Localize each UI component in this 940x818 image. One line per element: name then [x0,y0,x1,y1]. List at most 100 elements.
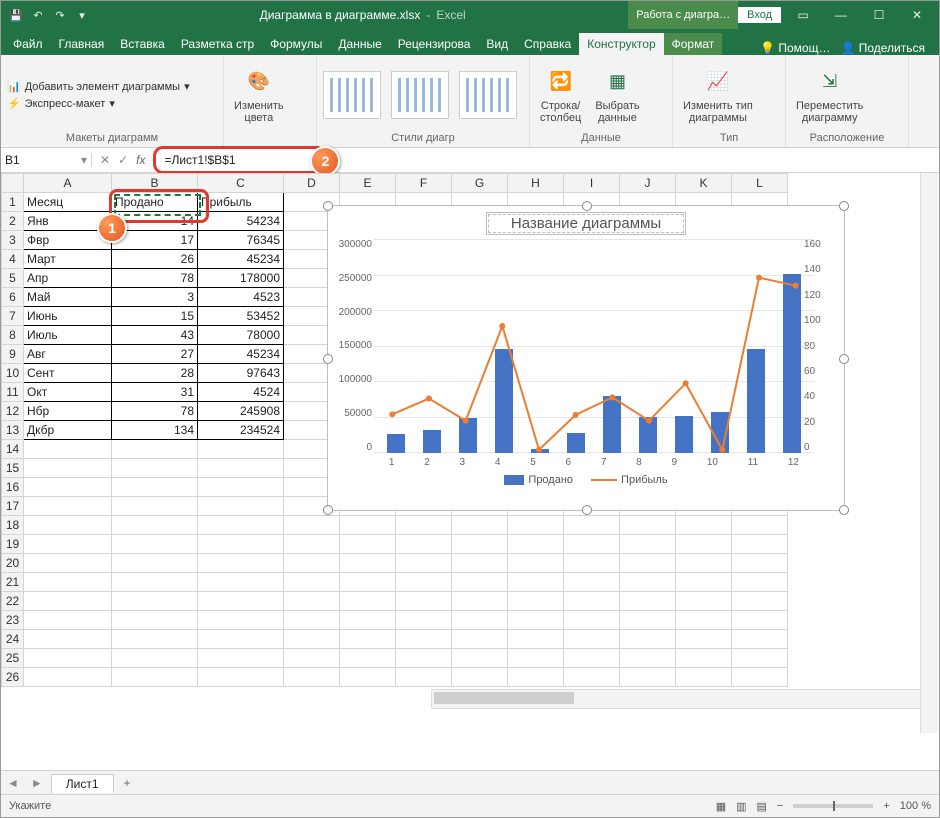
cell[interactable] [24,573,112,592]
cell[interactable] [396,516,452,535]
cell[interactable] [508,535,564,554]
cell[interactable] [564,668,620,687]
cell[interactable] [396,573,452,592]
cell[interactable] [564,611,620,630]
row-header[interactable]: 23 [2,611,24,630]
tab-home[interactable]: Главная [51,33,113,55]
cell[interactable] [24,592,112,611]
sheet-tab[interactable]: Лист1 [51,774,114,793]
cell[interactable] [284,630,340,649]
minimize-icon[interactable]: — [825,1,857,29]
cell[interactable] [340,573,396,592]
cell[interactable] [112,478,198,497]
cell[interactable] [112,592,198,611]
cell[interactable] [452,516,508,535]
row-header[interactable]: 2 [2,212,24,231]
cell[interactable] [396,554,452,573]
name-box[interactable]: B1▾ [1,153,92,167]
cell[interactable] [24,440,112,459]
close-icon[interactable]: ✕ [901,1,933,29]
view-normal-icon[interactable]: ▦ [716,800,726,813]
change-colors-button[interactable]: 🎨Изменить цвета [230,64,288,126]
cell[interactable] [24,611,112,630]
cell[interactable]: 53452 [198,307,284,326]
cell[interactable] [396,535,452,554]
cell[interactable]: Апр [24,269,112,288]
cell[interactable]: Июнь [24,307,112,326]
cell[interactable] [564,516,620,535]
col-header[interactable]: K [676,174,732,193]
cell[interactable] [396,630,452,649]
cell[interactable]: Месяц [24,193,112,212]
cell[interactable]: Сент [24,364,112,383]
cell[interactable] [732,573,788,592]
cell[interactable] [452,554,508,573]
cell[interactable] [452,630,508,649]
cell[interactable] [284,516,340,535]
cell[interactable] [284,535,340,554]
tab-insert[interactable]: Вставка [112,33,173,55]
fx-icon[interactable]: fx [136,153,145,167]
cell[interactable] [112,535,198,554]
cancel-icon[interactable]: ✕ [100,153,110,167]
cell[interactable] [198,516,284,535]
zoom-in-icon[interactable]: + [883,800,889,812]
cell[interactable] [396,668,452,687]
switch-row-col-button[interactable]: 🔁Строка/ столбец [536,64,585,126]
undo-icon[interactable]: ↶ [31,8,45,22]
cell[interactable] [112,668,198,687]
cell[interactable] [284,554,340,573]
cell[interactable] [732,554,788,573]
cell[interactable] [396,649,452,668]
ribbon-options-icon[interactable]: ▭ [787,1,819,29]
cell[interactable] [732,592,788,611]
cell[interactable] [24,554,112,573]
cell[interactable] [198,630,284,649]
row-header[interactable]: 18 [2,516,24,535]
row-header[interactable]: 3 [2,231,24,250]
cell[interactable] [340,516,396,535]
tab-view[interactable]: Вид [478,33,516,55]
cell[interactable] [676,611,732,630]
cell[interactable] [732,649,788,668]
tab-format[interactable]: Формат [664,33,723,55]
qat-more-icon[interactable]: ▾ [75,8,89,22]
login-button[interactable]: Вход [738,7,781,23]
col-header[interactable]: J [620,174,676,193]
cell[interactable] [24,478,112,497]
cell[interactable] [24,668,112,687]
zoom-slider[interactable] [793,804,873,808]
cell[interactable] [396,611,452,630]
cell[interactable] [284,592,340,611]
cell[interactable] [732,535,788,554]
row-header[interactable]: 26 [2,668,24,687]
cell[interactable]: 78 [112,402,198,421]
cell[interactable] [676,516,732,535]
cell[interactable]: 28 [112,364,198,383]
tell-me[interactable]: 💡 Помощ… [760,41,830,55]
row-header[interactable]: 15 [2,459,24,478]
row-header[interactable]: 6 [2,288,24,307]
cell[interactable] [620,630,676,649]
col-header[interactable]: G [452,174,508,193]
cell[interactable] [676,535,732,554]
cell[interactable] [676,649,732,668]
cell[interactable] [508,516,564,535]
chart-legend[interactable]: Продано Прибыль [328,474,844,486]
cell[interactable] [732,630,788,649]
tab-data[interactable]: Данные [330,33,389,55]
add-chart-element-button[interactable]: 📊 Добавить элемент диаграммы ▾ [7,80,190,93]
cell[interactable] [24,535,112,554]
cell[interactable]: 27 [112,345,198,364]
cell[interactable] [564,554,620,573]
cell[interactable] [620,649,676,668]
row-header[interactable]: 10 [2,364,24,383]
row-header[interactable]: 12 [2,402,24,421]
cell[interactable] [112,649,198,668]
chart-styles-gallery[interactable] [323,59,523,131]
cell[interactable] [198,668,284,687]
cell[interactable] [112,554,198,573]
cell[interactable] [732,611,788,630]
new-sheet-button[interactable]: + [114,776,141,790]
cell[interactable] [198,497,284,516]
